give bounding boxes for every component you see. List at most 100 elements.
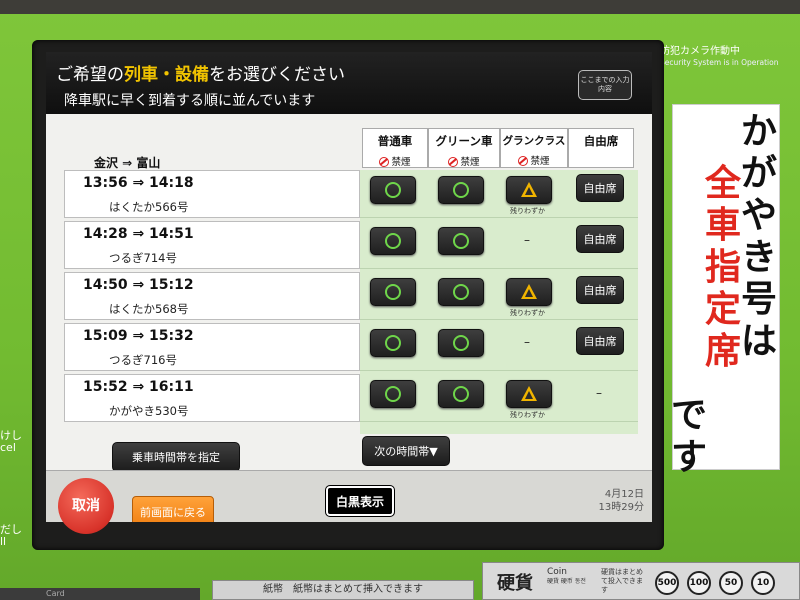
no-smoking-icon xyxy=(518,156,529,166)
monochrome-display-button[interactable]: 白黒表示 xyxy=(325,485,395,517)
left-side-label-top-en: cel xyxy=(0,441,16,454)
nonreserved-seat-button[interactable]: 自由席 xyxy=(576,174,624,202)
set-departure-time-button[interactable]: 乗車時間帯を指定 xyxy=(112,442,240,472)
train-info: 15:09 ⇒ 15:32 つるぎ716号 xyxy=(64,323,360,371)
column-header-nonreserved: 自由席 xyxy=(568,128,634,168)
green-seat-button[interactable] xyxy=(438,278,484,306)
security-camera-notice: 防犯カメラ作動中 Security System is in Operation xyxy=(660,46,778,68)
coin-note: 硬貨はまとめて投入できます xyxy=(601,568,643,594)
sign-text-mid: 全車指定席 xyxy=(704,163,741,372)
available-circle-icon xyxy=(453,386,469,402)
title-dot: ・ xyxy=(158,65,175,85)
available-circle-icon xyxy=(453,284,469,300)
nonreserved-seat-button[interactable]: 自由席 xyxy=(576,327,624,355)
train-row: 14:28 ⇒ 14:51 つるぎ714号 – 自由席 xyxy=(64,221,638,271)
left-side-label-bottom-en: ll xyxy=(0,535,7,548)
ordinary-seat-button[interactable] xyxy=(370,329,416,357)
column-nonreserved-label: 自由席 xyxy=(583,134,619,148)
train-row: 15:52 ⇒ 16:11 かがやき530号 残りわずか – xyxy=(64,374,638,424)
coin-en: Coin xyxy=(547,567,567,577)
available-circle-icon xyxy=(453,233,469,249)
card-slot-panel: Card xyxy=(0,588,200,600)
green-seat-button[interactable] xyxy=(438,380,484,408)
coin-50-icon: 50 xyxy=(719,571,743,595)
green-seat-button[interactable] xyxy=(438,329,484,357)
title-suffix: をお選びください xyxy=(209,65,345,85)
unavailable-dash: – xyxy=(524,335,530,349)
security-notice-en: Security System is in Operation xyxy=(660,58,779,67)
column-header-granclass: グランクラス 禁煙 xyxy=(500,128,568,168)
granclass-seat-button[interactable] xyxy=(506,176,552,204)
few-left-note: 残りわずか xyxy=(510,207,545,215)
coin-label: 硬貨 xyxy=(497,573,533,594)
granclass-seat-button[interactable] xyxy=(506,380,552,408)
nonreserved-seat-button[interactable]: 自由席 xyxy=(576,276,624,304)
screen-header: ご希望の列車・設備をお選びください 降車駅に早く到着する順に並んでいます ここま… xyxy=(46,52,652,114)
sign-col-right: かがやき号は xyxy=(739,111,779,363)
green-seat-button[interactable] xyxy=(438,227,484,255)
column-granclass-sub: 禁煙 xyxy=(530,156,550,167)
back-button[interactable]: 前画面に戻る xyxy=(132,496,214,522)
instruction-title: ご希望の列車・設備をお選びください xyxy=(56,60,345,85)
nonreserved-seat-button[interactable]: 自由席 xyxy=(576,225,624,253)
coin-sub: 硬貨 硬币 동전 xyxy=(547,578,586,585)
date-time-display: 4月12日 13時29分 xyxy=(584,488,644,514)
green-seat-button[interactable] xyxy=(438,176,484,204)
few-left-note: 残りわずか xyxy=(510,411,545,419)
train-time: 14:50 ⇒ 15:12 xyxy=(83,277,194,293)
available-circle-icon xyxy=(385,284,401,300)
title-train: 列車 xyxy=(124,65,158,85)
bill-slot-panel: 紙幣 紙幣はまとめて挿入できます xyxy=(212,580,474,600)
few-left-triangle-icon xyxy=(521,386,537,401)
train-time: 15:52 ⇒ 16:11 xyxy=(83,379,194,395)
next-time-slot-button[interactable]: 次の時間帯▼ xyxy=(362,436,450,466)
ordinary-seat-button[interactable] xyxy=(370,380,416,408)
few-left-note: 残りわずか xyxy=(510,309,545,317)
few-left-triangle-icon xyxy=(521,182,537,197)
available-circle-icon xyxy=(385,335,401,351)
title-prefix: ご希望の xyxy=(56,65,124,85)
input-summary-button[interactable]: ここまでの入力内容 xyxy=(578,70,632,100)
route-label: 金沢 ⇒ 富山 xyxy=(94,156,161,170)
ordinary-seat-button[interactable] xyxy=(370,278,416,306)
time-text: 13時29分 xyxy=(598,502,644,513)
security-notice-jp: 防犯カメラ作動中 xyxy=(660,46,740,57)
granclass-seat-button[interactable] xyxy=(506,278,552,306)
coin-slot-panel: 硬貨 Coin 硬貨 硬币 동전 硬貨はまとめて投入できます 500 100 50… xyxy=(482,562,800,600)
train-info: 15:52 ⇒ 16:11 かがやき530号 xyxy=(64,374,360,422)
ordinary-seat-button[interactable] xyxy=(370,176,416,204)
sign-col-mid: 全車指定席 xyxy=(703,163,743,373)
row-separator xyxy=(360,421,638,422)
train-name: はくたか568号 xyxy=(109,302,189,316)
train-name: つるぎ716号 xyxy=(109,353,177,367)
column-granclass-label: グランクラス xyxy=(502,135,566,147)
ordinary-seat-button[interactable] xyxy=(370,227,416,255)
sign-text-right: かがやき号は xyxy=(740,111,777,362)
instruction-subtitle: 降車駅に早く到着する順に並んでいます xyxy=(64,93,316,109)
column-header-green: グリーン車 禁煙 xyxy=(428,128,500,168)
sign-text-left: です xyxy=(670,395,707,478)
train-time: 14:28 ⇒ 14:51 xyxy=(83,226,194,242)
train-time: 13:56 ⇒ 14:18 xyxy=(83,175,194,191)
column-ordinary-sub: 禁煙 xyxy=(391,157,411,168)
cancel-button[interactable]: 取消 xyxy=(58,478,114,534)
coin-100-icon: 100 xyxy=(687,571,711,595)
train-row: 14:50 ⇒ 15:12 はくたか568号残りわずか 自由席 xyxy=(64,272,638,322)
train-info: 14:28 ⇒ 14:51 つるぎ714号 xyxy=(64,221,360,269)
train-info: 13:56 ⇒ 14:18 はくたか566号 xyxy=(64,170,360,218)
train-time: 15:09 ⇒ 15:32 xyxy=(83,328,194,344)
row-separator xyxy=(360,217,638,218)
column-header-ordinary: 普通車 禁煙 xyxy=(362,128,428,168)
kiosk-top-edge xyxy=(0,0,800,14)
column-green-sub: 禁煙 xyxy=(460,157,480,168)
available-circle-icon xyxy=(385,233,401,249)
available-circle-icon xyxy=(385,386,401,402)
train-row: 15:09 ⇒ 15:32 つるぎ716号 – 自由席 xyxy=(64,323,638,373)
train-table: 金沢 ⇒ 富山 普通車 禁煙 グリーン車 禁煙 グランクラス 禁煙 自由席 13… xyxy=(60,128,638,438)
available-circle-icon xyxy=(453,182,469,198)
coin-label-en: Coin 硬貨 硬币 동전 xyxy=(547,567,586,587)
column-ordinary-label: 普通車 xyxy=(377,134,413,148)
date-text: 4月12日 xyxy=(604,489,644,500)
coin-500-icon: 500 xyxy=(655,571,679,595)
row-separator xyxy=(360,319,638,320)
